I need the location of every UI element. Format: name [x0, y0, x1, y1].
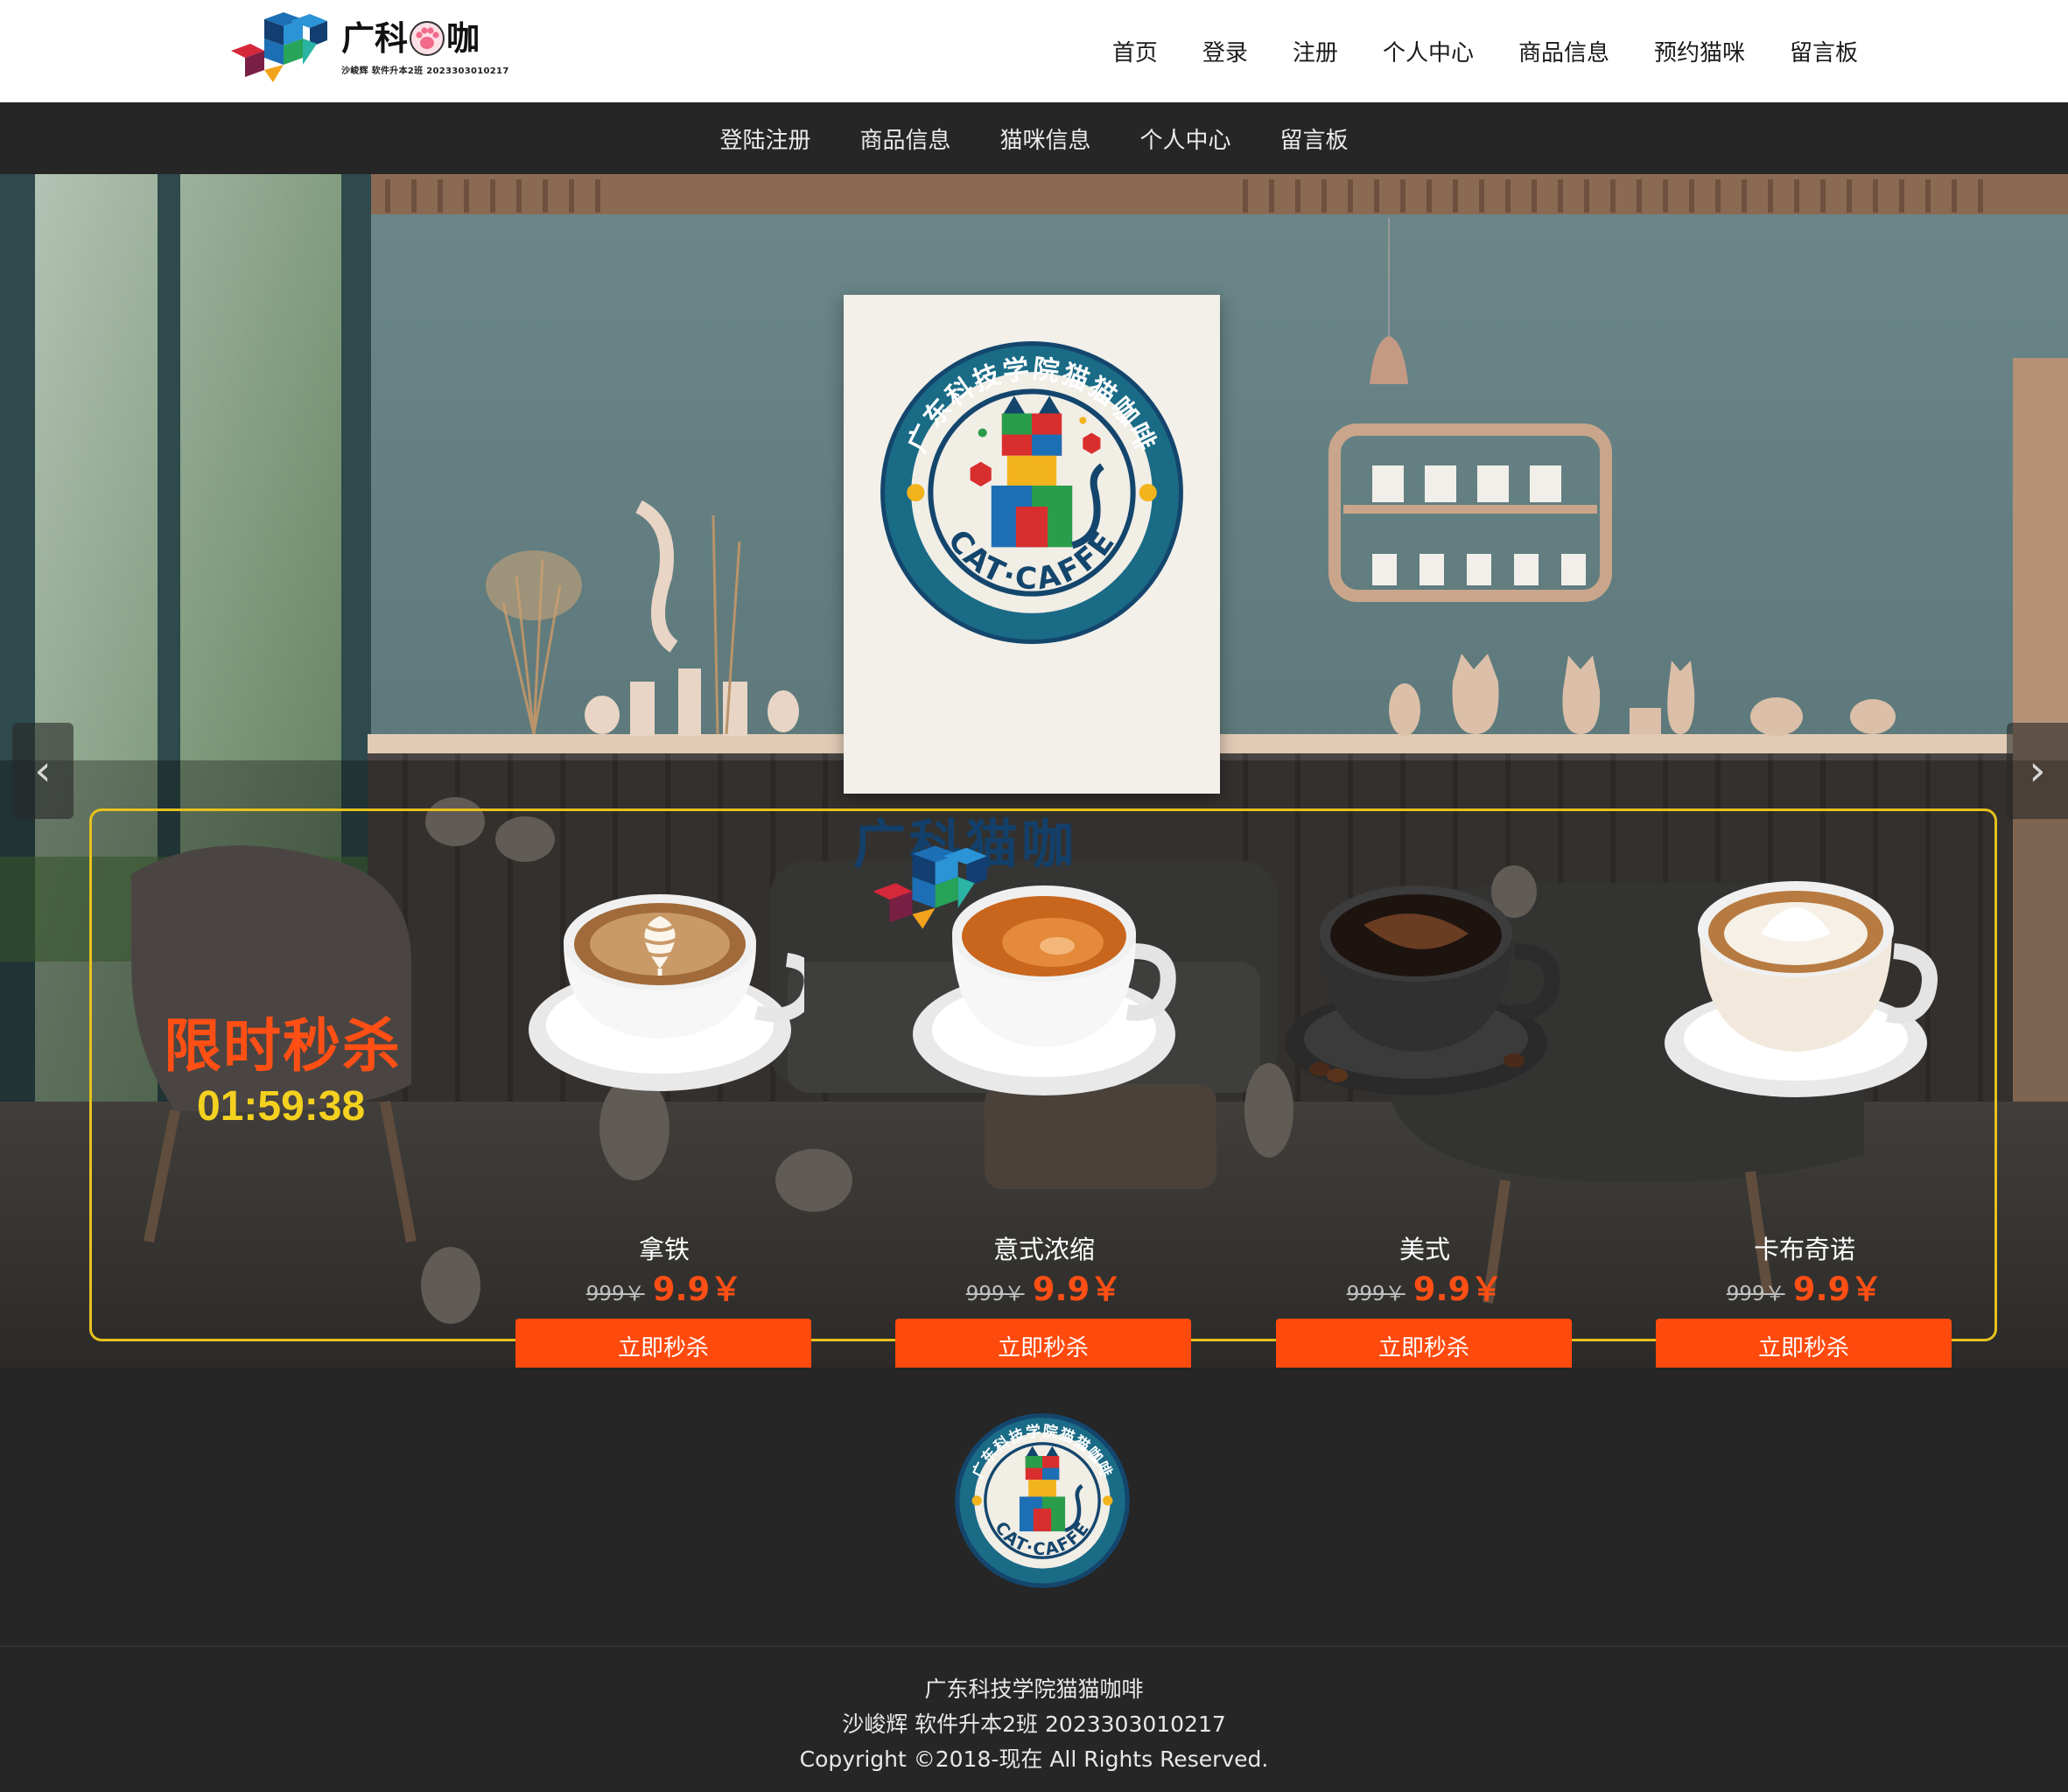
- footer-badge-icon: 广东科技学院猫猫咖啡 CAT·CAFFE: [955, 1413, 1130, 1588]
- footer-divider: [0, 1646, 2068, 1647]
- flash-buy-button[interactable]: 立即秒杀: [1276, 1319, 1572, 1368]
- top-nav-profile[interactable]: 个人中心: [1383, 35, 1474, 67]
- product-card: 美式 999￥ 9.9￥ 立即秒杀: [1276, 872, 1574, 1368]
- cappuccino-cup-icon: [1665, 881, 1938, 1097]
- sub-nav-profile[interactable]: 个人中心: [1140, 122, 1231, 155]
- original-price: 999￥: [1726, 1283, 1785, 1306]
- flash-sale-title: 限时秒杀: [164, 1012, 402, 1080]
- product-name: 卡布奇诺: [1753, 1235, 1855, 1264]
- sub-nav: 登陆注册 商品信息 猫咪信息 个人中心 留言板: [0, 102, 2068, 174]
- flash-sale-panel: 限时秒杀 01:59:38 拿铁 999￥ 9.9￥ 立即秒杀 意式浓缩 999…: [89, 808, 1997, 1368]
- product-price: 999￥ 9.9￥: [1276, 1263, 1574, 1310]
- sale-price: 9.9￥: [1792, 1270, 1883, 1308]
- sub-nav-cats[interactable]: 猫咪信息: [999, 122, 1090, 155]
- top-nav-products[interactable]: 商品信息: [1518, 35, 1609, 67]
- flash-buy-button[interactable]: 立即秒杀: [1656, 1319, 1952, 1368]
- top-header: 广科 咖 沙峻辉 软件升本2班 2023303010217 首页 登录 注册 个…: [0, 0, 2068, 102]
- footer-text: 广东科技学院猫猫咖啡 沙峻辉 软件升本2班 2023303010217 Copy…: [0, 1672, 2068, 1777]
- carousel-next-button[interactable]: ›: [2007, 723, 2068, 819]
- latte-cup-icon: [529, 894, 804, 1091]
- product-name: 拿铁: [638, 1235, 690, 1264]
- product-price: 999￥ 9.9￥: [895, 1263, 1193, 1310]
- top-nav-book-cat[interactable]: 预约猫咪: [1654, 35, 1745, 67]
- flash-sale-countdown: 01:59:38: [197, 1083, 366, 1130]
- product-card: 拿铁 999￥ 9.9￥ 立即秒杀: [515, 872, 813, 1368]
- hero-carousel: 广东科技学院猫猫咖啡 CAT·CAFFE 广科猫咖 ‹ › 限时秒杀 01:59…: [0, 174, 2068, 1368]
- footer-author: 沙峻辉 软件升本2班 2023303010217: [842, 1712, 1226, 1737]
- product-price: 999￥ 9.9￥: [515, 1263, 813, 1310]
- top-nav-home[interactable]: 首页: [1112, 35, 1158, 67]
- chevron-right-icon: ›: [2029, 746, 2046, 795]
- original-price: 999￥: [585, 1283, 645, 1306]
- top-nav: 首页 登录 注册 个人中心 商品信息 预约猫咪 留言板: [1068, 0, 1858, 102]
- americano-cup-icon: [1285, 886, 1560, 1096]
- product-card: 意式浓缩 999￥ 9.9￥ 立即秒杀: [895, 872, 1193, 1368]
- logo-title: 广科 咖: [341, 18, 480, 58]
- product-name: 意式浓缩: [992, 1235, 1095, 1264]
- chevron-left-icon: ‹: [34, 746, 52, 795]
- top-nav-message-board[interactable]: 留言板: [1790, 35, 1858, 67]
- flash-buy-button[interactable]: 立即秒杀: [515, 1319, 811, 1368]
- product-name: 美式: [1399, 1235, 1450, 1264]
- site-footer: 广东科技学院猫猫咖啡 CAT·CAFFE 广东科技学院猫猫咖啡 沙峻辉 软件升本…: [0, 1368, 2068, 1792]
- flash-buy-button[interactable]: 立即秒杀: [895, 1319, 1191, 1368]
- original-price: 999￥: [965, 1283, 1025, 1306]
- logo-cubes-icon: [231, 12, 327, 82]
- cat-caffe-badge-icon: 广东科技学院猫猫咖啡 CAT·CAFFE: [880, 341, 1183, 644]
- cafe-poster: 广东科技学院猫猫咖啡 CAT·CAFFE 广科猫咖: [844, 295, 1220, 929]
- sale-price: 9.9￥: [652, 1270, 743, 1308]
- site-logo[interactable]: 广科 咖 沙峻辉 软件升本2班 2023303010217: [229, 12, 509, 82]
- carousel-prev-button[interactable]: ‹: [12, 723, 74, 819]
- paw-icon: [410, 20, 445, 56]
- footer-copyright: Copyright ©2018-现在 All Rights Reserved.: [799, 1746, 1269, 1772]
- sub-nav-products[interactable]: 商品信息: [859, 122, 950, 155]
- original-price: 999￥: [1346, 1283, 1406, 1306]
- sale-price: 9.9￥: [1413, 1270, 1504, 1308]
- product-card: 卡布奇诺 999￥ 9.9￥ 立即秒杀: [1656, 872, 1953, 1368]
- sub-nav-login-register[interactable]: 登陆注册: [719, 122, 810, 155]
- top-nav-login[interactable]: 登录: [1202, 35, 1248, 67]
- sale-price: 9.9￥: [1032, 1270, 1123, 1308]
- top-nav-register[interactable]: 注册: [1293, 35, 1338, 67]
- espresso-cup-icon: [913, 886, 1176, 1096]
- product-price: 999￥ 9.9￥: [1656, 1263, 1953, 1310]
- sub-nav-message-board[interactable]: 留言板: [1280, 122, 1349, 155]
- logo-subtitle: 沙峻辉 软件升本2班 2023303010217: [341, 66, 509, 76]
- footer-cafe-name: 广东科技学院猫猫咖啡: [924, 1676, 1144, 1702]
